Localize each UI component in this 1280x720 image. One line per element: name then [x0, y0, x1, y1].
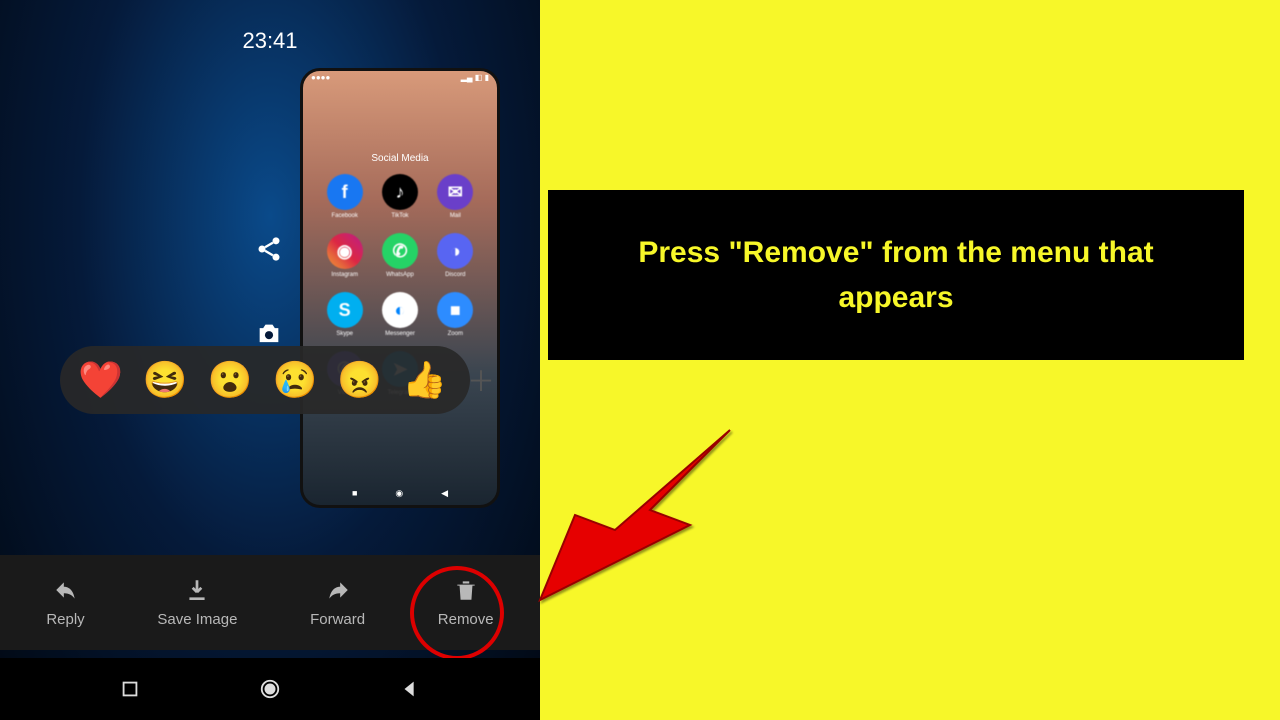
inner-nav-bar: ■◉◀ — [303, 488, 497, 499]
reply-icon — [53, 577, 79, 603]
app-skype[interactable]: SSkype — [321, 292, 368, 337]
forward-label: Forward — [310, 611, 365, 628]
status-clock: 23:41 — [242, 28, 297, 54]
reaction-angry[interactable]: 😠 — [337, 359, 382, 401]
add-reaction-button[interactable]: ＋ — [467, 365, 495, 395]
remove-button[interactable]: Remove — [438, 577, 494, 628]
forward-icon — [325, 577, 351, 603]
back-icon[interactable] — [399, 678, 421, 700]
trash-icon — [453, 577, 479, 603]
remove-label: Remove — [438, 611, 494, 628]
android-nav-bar — [0, 658, 540, 720]
app-tiktok[interactable]: ♪TikTok — [376, 174, 423, 219]
home-icon[interactable] — [259, 678, 281, 700]
app-instagram[interactable]: ◉Instagram — [321, 233, 368, 278]
reaction-sad[interactable]: 😢 — [272, 359, 317, 401]
save-image-label: Save Image — [157, 611, 237, 628]
instruction-callout: Press "Remove" from the menu that appear… — [548, 190, 1244, 360]
forward-button[interactable]: Forward — [310, 577, 365, 628]
recent-apps-icon[interactable] — [119, 678, 141, 700]
app-messenger[interactable]: ◐Messenger — [376, 292, 423, 337]
reply-button[interactable]: Reply — [46, 577, 84, 628]
message-action-bar: Reply Save Image Forward Remove — [0, 555, 540, 650]
instruction-text: Press "Remove" from the menu that appear… — [578, 230, 1214, 320]
folder-title: Social Media — [303, 153, 497, 164]
app-discord[interactable]: ◑Discord — [432, 233, 479, 278]
share-icon[interactable] — [255, 235, 283, 263]
reply-label: Reply — [46, 611, 84, 628]
app-facebook[interactable]: fFacebook — [321, 174, 368, 219]
inner-status-bar: ●●●●▂▄ ◧ ▮ — [303, 71, 497, 87]
reaction-bar: ❤️ 😆 😮 😢 😠 👍 ＋ — [60, 346, 470, 414]
app-mail[interactable]: ✉Mail — [432, 174, 479, 219]
reaction-wow[interactable]: 😮 — [208, 359, 253, 401]
nested-phone-screenshot: ●●●●▂▄ ◧ ▮ Social Media fFacebook♪TikTok… — [300, 68, 500, 508]
camera-icon[interactable] — [255, 320, 283, 348]
app-whatsapp[interactable]: ✆WhatsApp — [376, 233, 423, 278]
app-zoom[interactable]: ■Zoom — [432, 292, 479, 337]
download-icon — [184, 577, 210, 603]
save-image-button[interactable]: Save Image — [157, 577, 237, 628]
reaction-like[interactable]: 👍 — [402, 359, 447, 401]
reaction-heart[interactable]: ❤️ — [78, 359, 123, 401]
phone-screenshot-panel: 23:41 ●●●●▂▄ ◧ ▮ Social Media fFacebook♪… — [0, 0, 540, 720]
reaction-laugh[interactable]: 😆 — [143, 359, 188, 401]
